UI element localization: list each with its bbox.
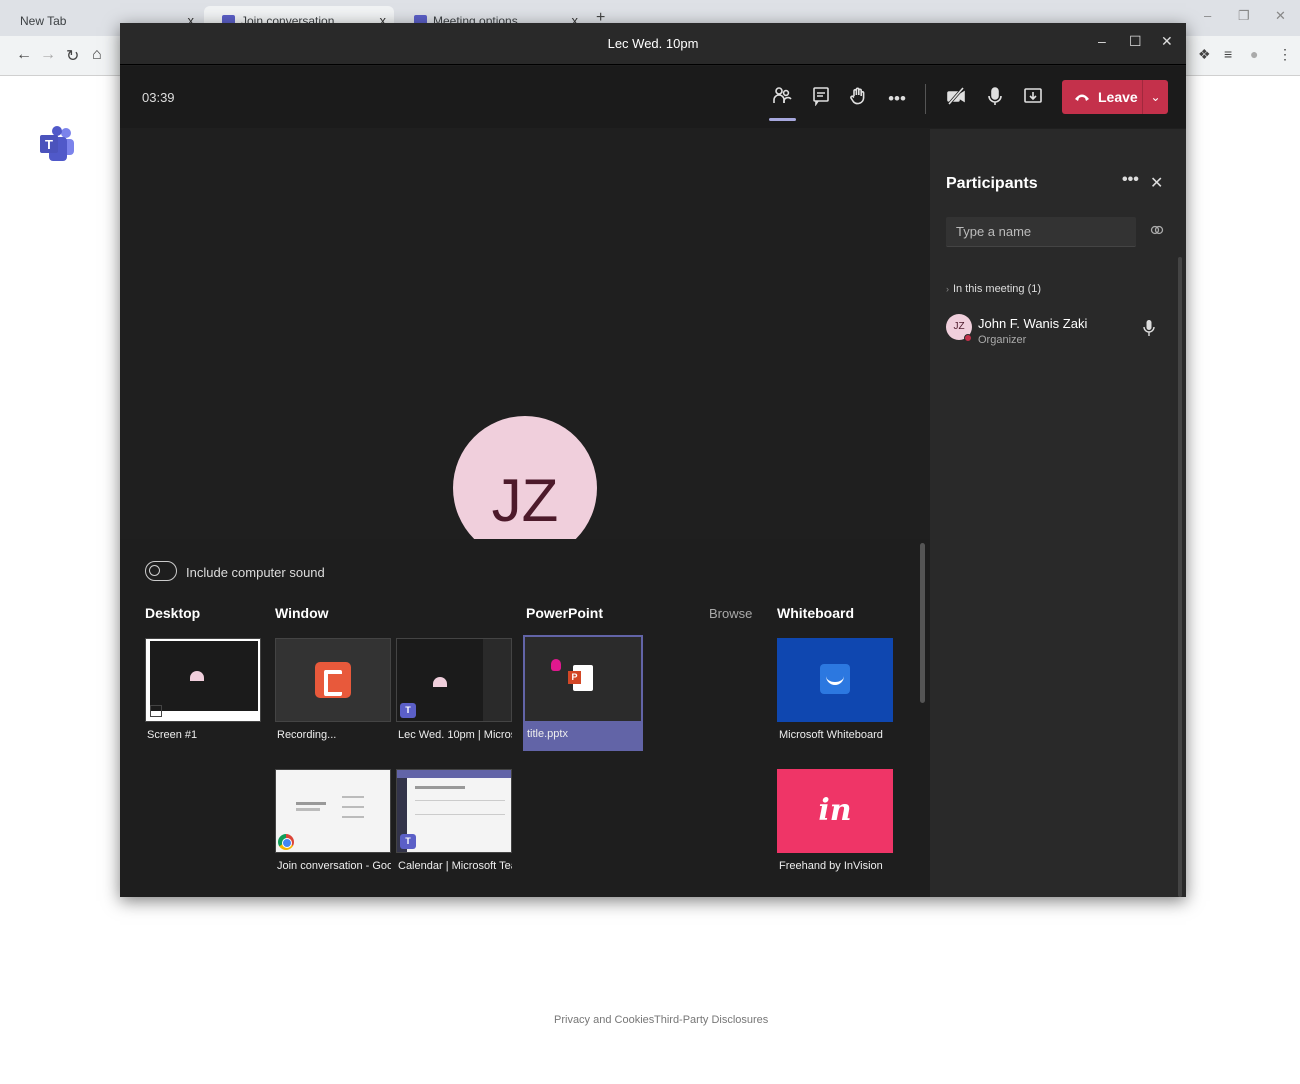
tile-label: Microsoft Whiteboard xyxy=(779,729,883,741)
invision-logo-icon: in xyxy=(777,769,893,853)
privacy-cookies-link[interactable]: Privacy and Cookies xyxy=(554,1014,654,1026)
raise-hand-icon[interactable] xyxy=(845,86,871,112)
section-whiteboard-heading: Whiteboard xyxy=(777,605,854,621)
collapse-caret-icon: › xyxy=(946,284,949,294)
more-options-icon[interactable]: ••• xyxy=(884,86,910,112)
participant-role: Organizer xyxy=(978,334,1027,346)
whiteboard-thumbnail xyxy=(777,638,893,722)
forward-arrow-icon[interactable]: → xyxy=(40,46,56,64)
panel-close-icon[interactable]: ✕ xyxy=(1150,173,1163,193)
share-tile-title-pptx[interactable]: title.pptx xyxy=(523,635,643,751)
window-maximize-icon[interactable]: ☐ xyxy=(1129,33,1142,50)
browser-minimize-icon[interactable]: – xyxy=(1204,8,1211,23)
meeting-toolbar: 03:39 ••• Leave ⌄ xyxy=(120,66,1186,128)
teams-badge-icon: T xyxy=(400,703,416,718)
svg-text:T: T xyxy=(45,137,53,152)
panel-more-options-icon[interactable]: ••• xyxy=(1122,171,1139,189)
window-minimize-icon[interactable]: – xyxy=(1098,33,1106,49)
participants-panel: Participants ••• ✕ ›In this meeting (1) … xyxy=(930,129,1186,897)
teams-logo-icon: T xyxy=(40,126,74,161)
share-tile-lec-wed-meeting[interactable]: T Lec Wed. 10pm | Micros... xyxy=(396,638,512,741)
tile-label: Lec Wed. 10pm | Micros... xyxy=(398,729,512,741)
browser-menu-icon[interactable]: ⋮ xyxy=(1278,46,1292,63)
share-tray: Include computer sound Desktop Window Po… xyxy=(120,539,930,897)
include-sound-label: Include computer sound xyxy=(186,565,325,580)
participants-icon[interactable] xyxy=(769,86,795,112)
third-party-disclosures-link[interactable]: Third-Party Disclosures xyxy=(654,1014,768,1026)
hand-cursor-icon xyxy=(551,659,561,671)
window-thumbnail: T xyxy=(396,769,512,853)
browse-link[interactable]: Browse xyxy=(709,606,752,621)
window-close-icon[interactable]: ✕ xyxy=(1161,33,1173,50)
home-icon[interactable]: ⌂ xyxy=(92,46,102,64)
tile-label: Freehand by InVision xyxy=(779,860,883,872)
leave-options-chevron-icon[interactable]: ⌄ xyxy=(1142,80,1168,114)
pptx-thumbnail xyxy=(525,637,641,721)
section-desktop-heading: Desktop xyxy=(145,605,201,621)
camera-off-icon[interactable] xyxy=(943,86,969,112)
tile-label: Screen #1 xyxy=(147,729,198,741)
share-tray-icon[interactable] xyxy=(1020,86,1046,112)
back-arrow-icon[interactable]: ← xyxy=(16,46,32,64)
leave-label: Leave xyxy=(1098,89,1138,105)
tile-label: Recording... xyxy=(277,729,337,741)
browser-close-icon[interactable]: ✕ xyxy=(1275,8,1286,24)
window-thumbnail xyxy=(275,638,391,722)
share-invite-icon[interactable] xyxy=(1150,223,1164,237)
meeting-stage: JZ Include computer sound Desktop Window… xyxy=(120,129,930,897)
microphone-icon[interactable] xyxy=(982,86,1008,112)
leave-button[interactable]: Leave ⌄ xyxy=(1062,80,1168,114)
camtasia-recorder-icon xyxy=(315,662,351,698)
tile-label: title.pptx xyxy=(527,728,568,740)
screen-share-icon xyxy=(150,705,162,717)
participants-active-indicator xyxy=(769,118,796,121)
window-thumbnail: T xyxy=(396,638,512,722)
meeting-timer: 03:39 xyxy=(142,90,175,105)
chat-icon[interactable] xyxy=(808,86,834,112)
screen-thumbnail xyxy=(145,638,261,722)
tile-label: Join conversation - Goo... xyxy=(277,860,391,872)
powerpoint-file-icon xyxy=(568,665,593,691)
teams-badge-icon: T xyxy=(400,834,416,849)
whiteboard-app-icon xyxy=(820,664,850,694)
panel-scrollbar[interactable] xyxy=(1178,257,1182,897)
chrome-badge-icon xyxy=(278,834,294,850)
panel-title: Participants xyxy=(946,175,1038,192)
presence-status-badge xyxy=(964,334,972,342)
window-thumbnail xyxy=(275,769,391,853)
extensions-puzzle-icon[interactable]: ❖ xyxy=(1198,46,1211,63)
share-tile-microsoft-whiteboard[interactable]: Microsoft Whiteboard xyxy=(777,638,893,741)
participant-search-input[interactable] xyxy=(946,217,1136,247)
reading-list-icon[interactable]: ≡ xyxy=(1224,46,1232,62)
reload-icon[interactable]: ↻ xyxy=(66,46,79,66)
window-titlebar: Lec Wed. 10pm – ☐ ✕ xyxy=(120,23,1186,65)
section-window-heading: Window xyxy=(275,605,329,621)
hang-up-icon xyxy=(1074,89,1090,105)
tile-label: Calendar | Microsoft Tea... xyxy=(398,860,512,872)
participant-microphone-icon xyxy=(1143,320,1155,336)
share-tile-screen-1[interactable]: Screen #1 xyxy=(145,638,261,741)
tab-label: New Tab xyxy=(20,14,67,28)
window-title: Lec Wed. 10pm xyxy=(607,36,699,51)
include-sound-toggle[interactable] xyxy=(145,561,177,581)
browser-restore-icon[interactable]: ❐ xyxy=(1238,8,1250,24)
share-tile-join-conversation[interactable]: Join conversation - Goo... xyxy=(275,769,391,872)
in-meeting-label: In this meeting (1) xyxy=(953,283,1042,295)
profile-icon[interactable]: ● xyxy=(1250,46,1258,62)
teams-meeting-window: Lec Wed. 10pm – ☐ ✕ 03:39 ••• Leave ⌄ JZ… xyxy=(120,23,1186,897)
toolbar-separator xyxy=(925,84,926,114)
share-tile-recording[interactable]: Recording... xyxy=(275,638,391,741)
in-this-meeting-header[interactable]: › In this meeting (1) xyxy=(946,283,1041,295)
share-tray-scrollbar[interactable] xyxy=(920,543,925,703)
section-powerpoint-heading: PowerPoint xyxy=(526,605,604,621)
participant-name: John F. Wanis Zaki xyxy=(978,316,1088,331)
share-tile-freehand-invision[interactable]: in Freehand by InVision xyxy=(777,769,893,872)
share-tile-calendar-teams[interactable]: T Calendar | Microsoft Tea... xyxy=(396,769,512,872)
